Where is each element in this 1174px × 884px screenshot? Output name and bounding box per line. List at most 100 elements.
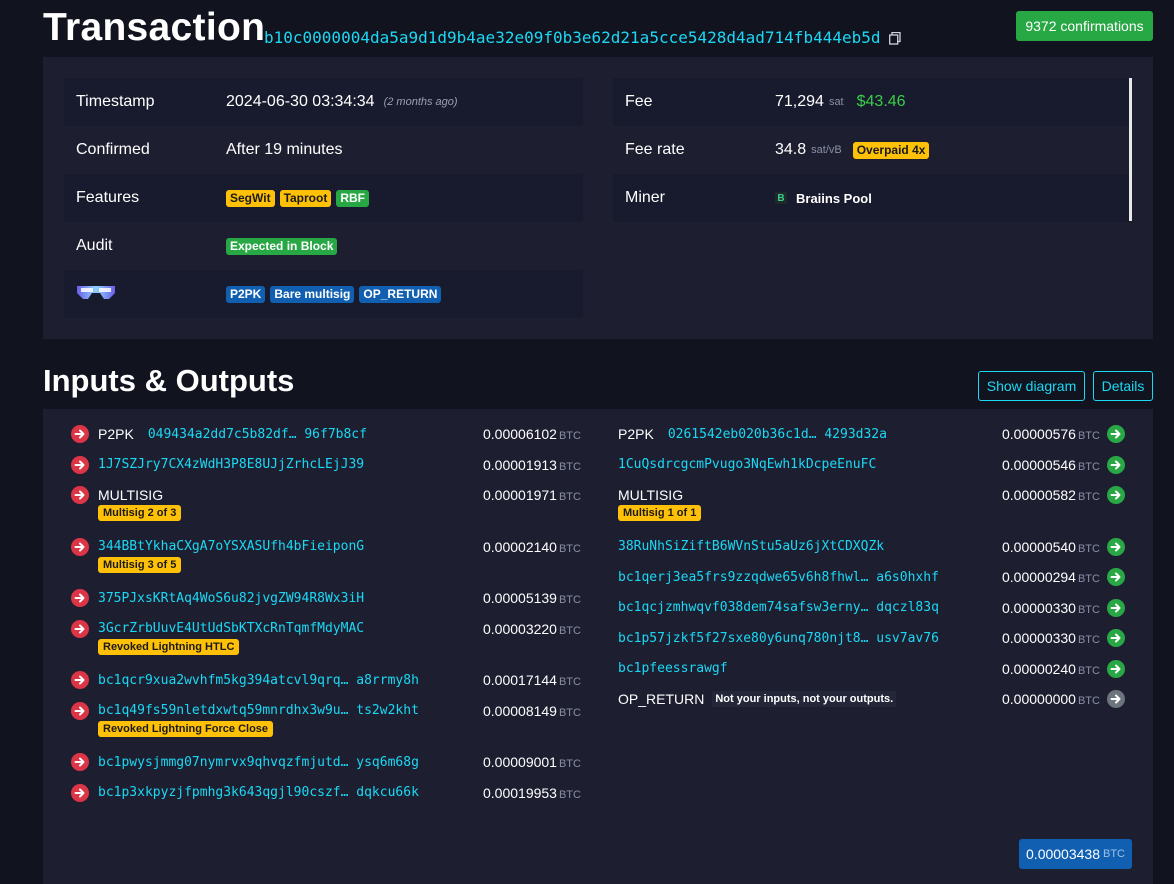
script-tag-bare-multisig[interactable]: Bare multisig bbox=[270, 285, 355, 303]
arrow-right-icon[interactable] bbox=[71, 783, 89, 802]
scrollbar[interactable] bbox=[1129, 78, 1132, 221]
output-row: bc1qerj3ea5frs9zzqdwe65v6h8fhwl… a6s0hxh… bbox=[598, 565, 1125, 589]
txid-link[interactable]: b10c0000004da5a9d1d9b4ae32e09f0b3e62d21a… bbox=[264, 28, 881, 47]
output-row: OP_RETURN Not your inputs, not your outpu… bbox=[598, 687, 1125, 711]
arrow-right-icon[interactable] bbox=[71, 455, 89, 474]
address-link[interactable]: 049434a2dd7c5b82df… 96f7b8cf bbox=[148, 427, 367, 442]
amount: 0.00002140 BTC bbox=[483, 539, 581, 555]
fee-usd-value: $43.46 bbox=[856, 93, 906, 110]
audit-badge[interactable]: Expected in Block bbox=[226, 237, 338, 255]
output-label: OP_RETURN Not your inputs, not your outpu… bbox=[618, 691, 897, 707]
amount-value: 0.00002140 bbox=[483, 538, 557, 555]
feature-badge-rbf[interactable]: RBF bbox=[336, 189, 370, 207]
address-link[interactable]: bc1q49fs59nletdxwtq59mnrdhx3w9u… ts2w2kh… bbox=[98, 703, 419, 718]
arrow-right-icon[interactable] bbox=[1107, 425, 1125, 443]
arrow-right-icon[interactable] bbox=[71, 701, 89, 720]
arrow-right-icon[interactable] bbox=[71, 537, 89, 556]
script-badge[interactable]: Multisig 1 of 1 bbox=[618, 505, 702, 521]
amount: 0.00000000 BTC bbox=[1002, 691, 1100, 707]
arrow-right-icon[interactable] bbox=[1107, 629, 1125, 647]
address-link[interactable]: 38RuNhSiZiftB6WVnStu5aUz6jXtCDXQZk bbox=[618, 539, 884, 554]
amount-unit: BTC bbox=[558, 706, 581, 719]
input-row: 375PJxsKRtAq4WoS6u82jvgZW94R8Wx3iH 0.0000… bbox=[68, 586, 588, 610]
address-link[interactable]: bc1p3xkpyzjfpmhg3k643qgjl90cszf… dqkcu66… bbox=[98, 785, 419, 800]
address-link[interactable]: 3GcrZrbUuvE4UtUdSbKTXcRnTqmfMdyMAC bbox=[98, 621, 364, 636]
address-link[interactable]: 1CuQsdrcgcmPvugo3NqEwh1kDcpeEnuFC bbox=[618, 457, 876, 472]
arrow-right-icon[interactable] bbox=[1107, 455, 1125, 474]
script-badge[interactable]: Revoked Lightning HTLC bbox=[98, 638, 240, 655]
op-return-note: Not your inputs, not your outputs. bbox=[712, 691, 897, 707]
arrow-right-icon[interactable] bbox=[71, 589, 89, 607]
script-badge[interactable]: Multisig 3 of 5 bbox=[98, 556, 182, 573]
address-link[interactable]: bc1qcjzmhwqvf038dem74safsw3erny… dqczl83… bbox=[618, 600, 939, 615]
input-row: bc1qcr9xua2wvhfm5kg394atcvl9qrq… a8rrmy8… bbox=[68, 668, 588, 692]
arrow-right-icon[interactable] bbox=[71, 486, 89, 504]
fee-sat-value: 71,294 bbox=[775, 93, 824, 110]
amount-unit: BTC bbox=[1077, 430, 1100, 442]
input-label: 3GcrZrbUuvE4UtUdSbKTXcRnTqmfMdyMAC bbox=[98, 621, 364, 636]
input-label: 1J7SZJry7CX4zWdH3P8E8UJjZrhcLEjJ39 bbox=[98, 457, 364, 472]
address-link[interactable]: bc1qerj3ea5frs9zzqdwe65v6h8fhwl… a6s0hxh… bbox=[618, 570, 939, 585]
details-button[interactable]: Details bbox=[1093, 371, 1153, 401]
output-label: MULTISIG bbox=[618, 487, 683, 503]
address-link[interactable]: 0261542eb020b36c1d… 4293d32a bbox=[668, 427, 887, 442]
feature-badge-segwit[interactable]: SegWit bbox=[226, 189, 275, 207]
arrow-right-icon[interactable] bbox=[1107, 690, 1125, 708]
amount-unit: BTC bbox=[558, 758, 581, 770]
script-type: MULTISIG bbox=[618, 487, 684, 503]
address-link[interactable]: 344BBtYkhaCXgA7oYSXASUfh4bFieiponG bbox=[98, 539, 364, 554]
script-badge[interactable]: Multisig 2 of 3 bbox=[98, 505, 182, 521]
amount: 0.00000240 BTC bbox=[1002, 661, 1100, 677]
address-link[interactable]: bc1qcr9xua2wvhfm5kg394atcvl9qrq… a8rrmy8… bbox=[98, 673, 419, 688]
address-link[interactable]: 375PJxsKRtAq4WoS6u82jvgZW94R8Wx3iH bbox=[98, 591, 364, 606]
show-diagram-button[interactable]: Show diagram bbox=[978, 371, 1085, 401]
amount: 0.00005139 BTC bbox=[483, 590, 581, 606]
amount-value: 0.00000240 bbox=[1002, 660, 1076, 677]
amount: 0.00000294 BTC bbox=[1002, 569, 1100, 585]
script-tag-op-return[interactable]: OP_RETURN bbox=[359, 285, 442, 303]
amount: 0.00001971 BTC bbox=[483, 487, 581, 503]
script-tag-p2pk[interactable]: P2PK bbox=[226, 285, 266, 303]
confirmations-badge: 9372 confirmations bbox=[1016, 11, 1153, 41]
input-label: 344BBtYkhaCXgA7oYSXASUfh4bFieiponG bbox=[98, 539, 364, 554]
timestamp-value: 2024-06-30 03:34:34 bbox=[226, 93, 375, 110]
amount-unit: BTC bbox=[1077, 460, 1100, 473]
input-label: MULTISIG bbox=[98, 487, 163, 503]
address-link[interactable]: 1J7SZJry7CX4zWdH3P8E8UJjZrhcLEjJ39 bbox=[98, 457, 364, 472]
address-link[interactable]: bc1pfeessrawgf bbox=[618, 661, 728, 676]
audit-row: Audit Expected in Block bbox=[64, 222, 583, 270]
amount-unit: BTC bbox=[1077, 664, 1100, 677]
input-row: 344BBtYkhaCXgA7oYSXASUfh4bFieiponG 0.0000… bbox=[68, 535, 588, 559]
feerate-unit: sat/vB bbox=[811, 144, 842, 156]
feature-badge-taproot[interactable]: Taproot bbox=[279, 189, 332, 207]
confirmed-row: Confirmed After 19 minutes bbox=[64, 126, 583, 174]
arrow-right-icon[interactable] bbox=[1107, 598, 1125, 617]
arrow-right-icon[interactable] bbox=[1107, 659, 1125, 678]
input-label: bc1q49fs59nletdxwtq59mnrdhx3w9u… ts2w2kh… bbox=[98, 703, 419, 718]
amount-value: 0.00000294 bbox=[1002, 569, 1076, 585]
amount-unit: BTC bbox=[558, 676, 581, 688]
features-label: Features bbox=[76, 189, 140, 206]
miner-link[interactable]: B Braiins Pool bbox=[775, 191, 872, 206]
arrow-right-icon[interactable] bbox=[71, 753, 89, 771]
amount-value: 0.00000330 bbox=[1002, 630, 1076, 646]
arrow-right-icon[interactable] bbox=[1107, 537, 1125, 556]
copy-icon[interactable] bbox=[888, 31, 901, 45]
arrow-right-icon[interactable] bbox=[1107, 486, 1125, 504]
script-badge[interactable]: Revoked Lightning Force Close bbox=[98, 720, 274, 737]
address-link[interactable]: bc1pwysjmmg07nymrvx9qhvqzfmjutd… ysq6m68… bbox=[98, 755, 419, 770]
address-link[interactable]: bc1p57jzkf5f27sxe80y6unq780njt8… usv7av7… bbox=[618, 631, 939, 646]
amount-value: 0.00000330 bbox=[1002, 599, 1076, 616]
arrow-right-icon[interactable] bbox=[71, 619, 89, 638]
amount: 0.00009001 BTC bbox=[483, 754, 581, 770]
output-label: bc1p57jzkf5f27sxe80y6unq780njt8… usv7av7… bbox=[618, 631, 939, 646]
feerate-row: Fee rate 34.8 sat/vB Overpaid 4x bbox=[613, 126, 1132, 174]
arrow-right-icon[interactable] bbox=[71, 425, 89, 443]
input-label: bc1qcr9xua2wvhfm5kg394atcvl9qrq… a8rrmy8… bbox=[98, 673, 419, 688]
amount-unit: BTC bbox=[1077, 603, 1100, 616]
arrow-right-icon[interactable] bbox=[1107, 568, 1125, 586]
overpaid-badge[interactable]: Overpaid 4x bbox=[852, 141, 930, 159]
transaction-summary: Timestamp 2024-06-30 03:34:34 (2 months … bbox=[43, 57, 1153, 339]
output-label: 1CuQsdrcgcmPvugo3NqEwh1kDcpeEnuFC bbox=[618, 457, 876, 472]
arrow-right-icon[interactable] bbox=[71, 671, 89, 689]
